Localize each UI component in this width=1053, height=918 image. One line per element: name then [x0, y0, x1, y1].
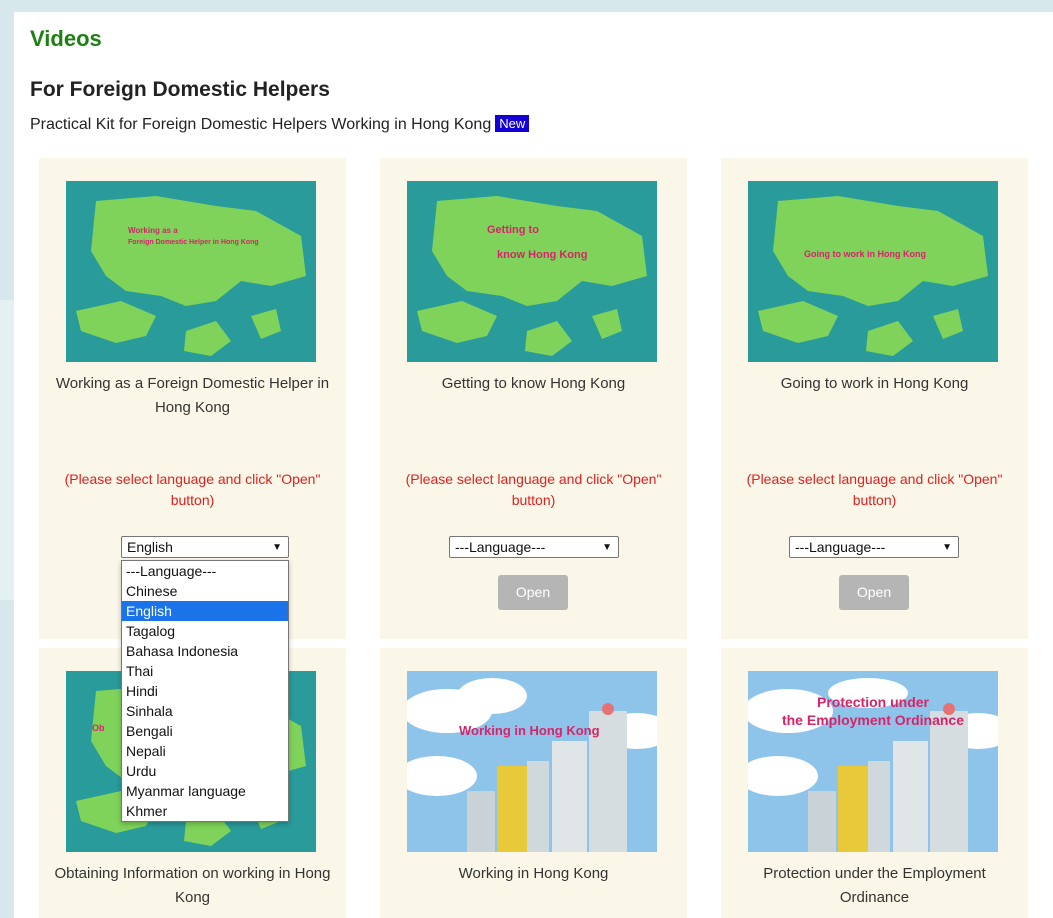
language-option[interactable]: Nepali [122, 741, 288, 761]
video-caption: Working as a Foreign Domestic Helper in … [55, 375, 330, 416]
chevron-down-icon: ▼ [272, 542, 282, 553]
section-title: Videos [30, 26, 102, 51]
intro-text: Practical Kit for Foreign Domestic Helpe… [30, 116, 492, 133]
thumbnail-text: know Hong Kong [497, 249, 587, 261]
language-option[interactable]: Hindi [122, 681, 288, 701]
language-select[interactable]: ---Language--- ▼ [449, 536, 619, 558]
language-option[interactable]: Sinhala [122, 701, 288, 721]
thumbnail-text: Working in Hong Kong [459, 723, 600, 738]
chevron-down-icon: ▼ [942, 542, 952, 553]
chevron-down-icon: ▼ [602, 542, 612, 553]
language-option[interactable]: English [122, 601, 288, 621]
open-button[interactable]: Open [839, 575, 909, 610]
map-thumbnail-image: Working as a Foreign Domestic Helper in … [66, 181, 316, 362]
selected-language: ---Language--- [795, 539, 886, 555]
selected-language: ---Language--- [455, 539, 546, 555]
map-thumbnail-image: Getting to know Hong Kong [407, 181, 657, 362]
language-option[interactable]: Tagalog [122, 621, 288, 641]
building-thumbnail-image: Protection under the Employment Ordinanc… [748, 671, 998, 852]
intro-line: Practical Kit for Foreign Domestic Helpe… [30, 115, 530, 134]
video-card: Protection under the Employment Ordinanc… [721, 648, 1028, 918]
language-hint: (Please select language and click "Open"… [746, 471, 1003, 508]
video-caption: Going to work in Hong Kong [780, 375, 969, 392]
page-content: Videos For Foreign Domestic Helpers Prac… [14, 12, 1053, 918]
language-option[interactable]: Chinese [122, 581, 288, 601]
video-card: Getting to know Hong Kong Getting to kno… [380, 158, 687, 639]
video-card: Going to work in Hong Kong Going to work… [721, 158, 1028, 639]
language-option[interactable]: Urdu [122, 761, 288, 781]
video-thumbnail[interactable]: Going to work in Hong Kong [748, 181, 998, 362]
sub-title: For Foreign Domestic Helpers [30, 78, 330, 101]
open-button[interactable]: Open [498, 575, 568, 610]
video-thumbnail[interactable]: Working as a Foreign Domestic Helper in … [66, 181, 316, 362]
video-thumbnail[interactable]: Getting to know Hong Kong [407, 181, 657, 362]
new-badge: New [495, 115, 530, 132]
thumbnail-text: Ob [92, 723, 105, 733]
thumbnail-text: Getting to [487, 224, 539, 236]
language-option[interactable]: Myanmar language [122, 781, 288, 801]
language-option[interactable]: ---Language--- [122, 561, 288, 581]
video-caption: Working in Hong Kong [458, 865, 609, 882]
video-thumbnail[interactable]: Working in Hong Kong [407, 671, 657, 852]
language-option[interactable]: Bahasa Indonesia [122, 641, 288, 661]
video-caption: Protection under the Employment Ordinanc… [763, 865, 986, 906]
thumbnail-text: Going to work in Hong Kong [804, 249, 926, 259]
video-thumbnail[interactable]: Protection under the Employment Ordinanc… [748, 671, 998, 852]
thumbnail-text: Foreign Domestic Helper in Hong Kong [128, 239, 259, 246]
language-hint: (Please select language and click "Open"… [64, 471, 321, 508]
language-select[interactable]: ---Language--- ▼ [789, 536, 959, 558]
selected-language: English [127, 539, 173, 555]
language-option[interactable]: Bengali [122, 721, 288, 741]
language-option[interactable]: Khmer [122, 801, 288, 821]
map-thumbnail-image: Going to work in Hong Kong [748, 181, 998, 362]
language-dropdown-list[interactable]: ---Language--- Chinese English Tagalog Bahas… [121, 560, 289, 822]
language-option[interactable]: Thai [122, 661, 288, 681]
language-select[interactable]: English ▼ [121, 536, 289, 558]
language-hint: (Please select language and click "Open"… [405, 471, 662, 508]
thumbnail-text: the Employment Ordinance [782, 712, 964, 728]
thumbnail-text: Protection under [817, 694, 930, 710]
video-card: Working in Hong Kong Working in Hong Kon… [380, 648, 687, 918]
building-thumbnail-image: Working in Hong Kong [407, 671, 657, 852]
background-shape [0, 300, 14, 600]
video-caption: Obtaining Information on working in Hong… [54, 865, 331, 906]
video-caption: Getting to know Hong Kong [441, 375, 626, 392]
thumbnail-text: Working as a [128, 226, 178, 235]
